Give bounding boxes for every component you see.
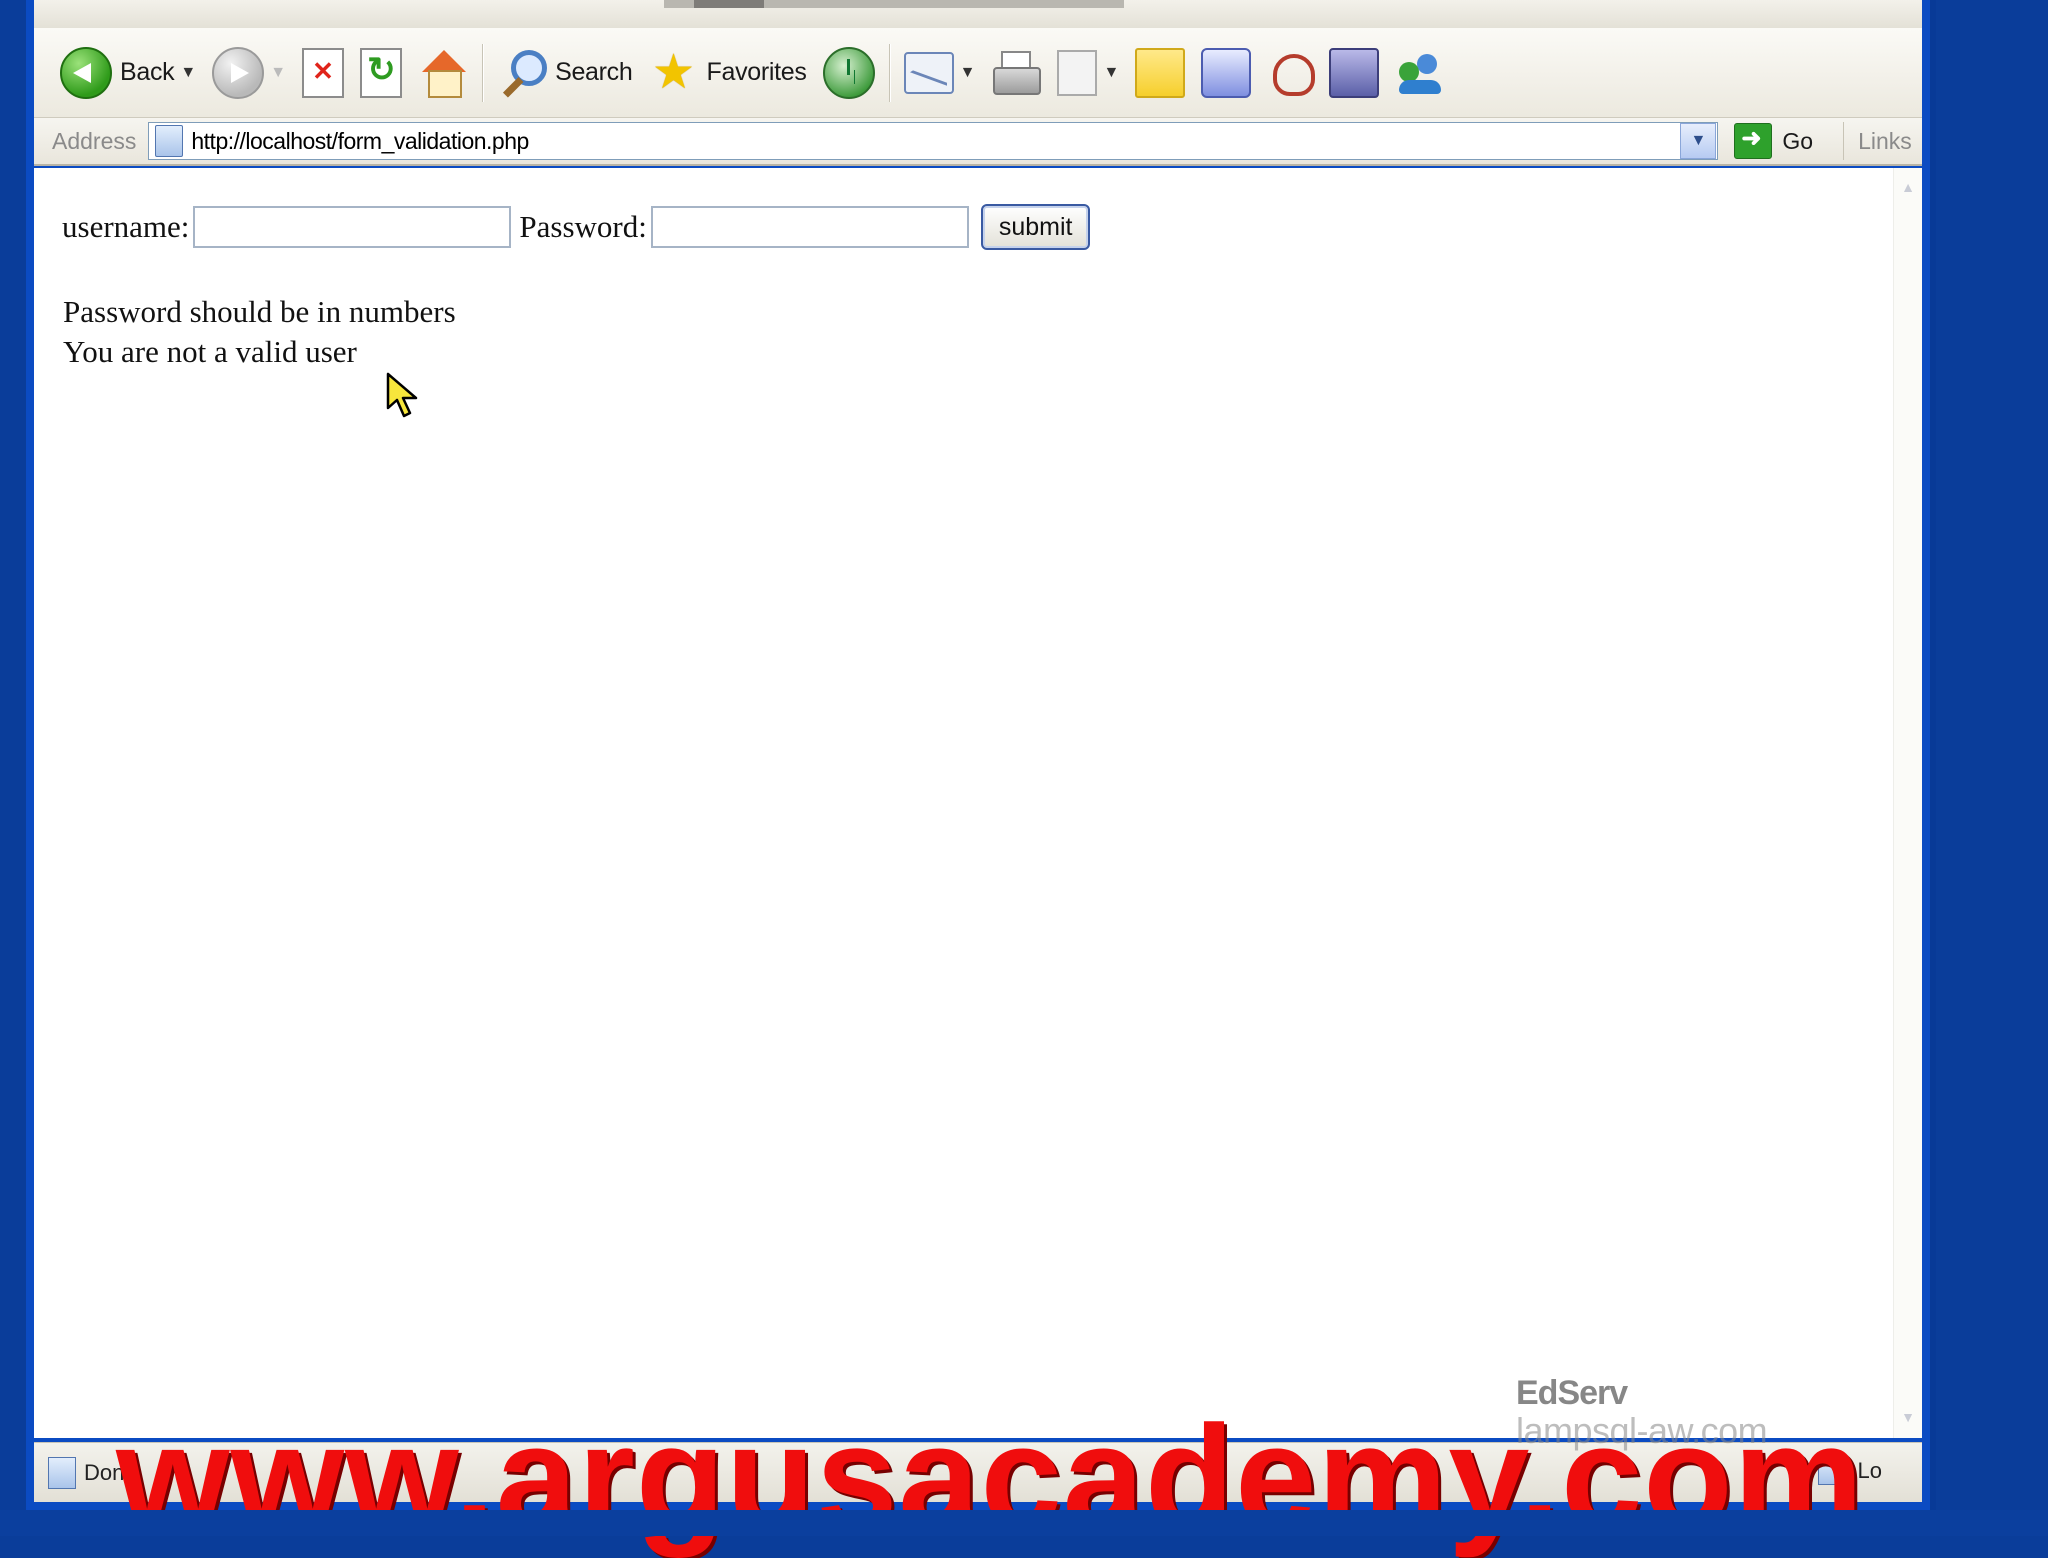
address-dropdown-icon[interactable]: ▼ (1680, 123, 1717, 159)
top-scrollbar-thumb[interactable] (694, 0, 764, 8)
username-label: username: (62, 209, 190, 244)
address-url[interactable]: http://localhost/form_validation.php (191, 128, 1680, 155)
home-button[interactable] (410, 43, 476, 103)
search-button[interactable]: Search (489, 43, 640, 103)
edit-dropdown-icon[interactable]: ▼ (1103, 64, 1119, 82)
address-input[interactable]: http://localhost/form_validation.php ▼ (148, 122, 1719, 160)
refresh-icon (360, 47, 403, 98)
vertical-scrollbar[interactable]: ▲ ▼ (1893, 168, 1922, 1438)
favorites-label: Favorites (706, 58, 807, 86)
home-icon (418, 48, 468, 98)
mail-button[interactable]: ▼ (896, 43, 984, 103)
links-separator (1843, 122, 1845, 160)
research-icon (1267, 50, 1316, 96)
scroll-down-icon[interactable]: ▼ (1896, 1404, 1920, 1430)
history-button[interactable] (815, 43, 883, 103)
msn-buddies-icon (1395, 48, 1445, 98)
edit-page-icon (1057, 49, 1098, 96)
back-label: Back (120, 58, 175, 86)
desktop-bottom-edge (0, 1510, 2048, 1536)
media-icon (1329, 47, 1380, 98)
address-label: Address (52, 127, 137, 154)
stop-button[interactable] (294, 43, 352, 103)
browser-window: Back ▼ ▼ Search ★ Favorites ▼ ▼ (26, 0, 1936, 1510)
search-icon (497, 48, 548, 98)
validation-message: Password should be in numbers (63, 294, 456, 329)
back-button[interactable]: Back ▼ (52, 43, 204, 103)
password-label: Password: (519, 209, 647, 244)
forward-button[interactable]: ▼ (204, 43, 294, 103)
history-icon (822, 46, 875, 99)
stop-icon (302, 47, 345, 98)
toolbar-separator (888, 43, 890, 102)
research-button[interactable] (1259, 43, 1321, 103)
printer-icon (991, 50, 1042, 95)
standard-toolbar: Back ▼ ▼ Search ★ Favorites ▼ ▼ (34, 28, 1922, 118)
status-page-icon (48, 1456, 76, 1489)
mouse-cursor-icon (386, 372, 418, 418)
msn-button[interactable] (1387, 43, 1453, 103)
go-arrow-icon (1734, 123, 1773, 159)
messenger-icon (1201, 47, 1252, 98)
star-icon: ★ (651, 45, 696, 99)
username-input[interactable] (193, 206, 512, 248)
submit-button[interactable]: submit (980, 204, 1091, 250)
toolbar-separator (482, 43, 484, 102)
refresh-button[interactable] (352, 43, 410, 103)
page-icon (155, 125, 184, 157)
page-content: username: Password: submit Password shou… (34, 168, 1922, 1438)
note-icon (1135, 47, 1186, 98)
login-form: username: Password: submit (62, 204, 1091, 250)
back-dropdown-icon[interactable]: ▼ (180, 64, 196, 82)
mail-dropdown-icon[interactable]: ▼ (960, 64, 976, 82)
mail-icon (903, 51, 954, 94)
address-bar: Address http://localhost/form_validation… (34, 118, 1922, 166)
edit-button[interactable]: ▼ (1049, 43, 1127, 103)
print-button[interactable] (983, 43, 1049, 103)
notes-button[interactable] (1127, 43, 1193, 103)
search-label: Search (555, 58, 633, 86)
go-label: Go (1782, 127, 1814, 154)
forward-dropdown-icon[interactable]: ▼ (270, 64, 286, 82)
scroll-up-icon[interactable]: ▲ (1896, 174, 1920, 200)
validation-messages: Password should be in numbers You are no… (63, 292, 456, 372)
back-arrow-icon (60, 46, 112, 99)
validation-message: You are not a valid user (63, 334, 357, 369)
forward-arrow-icon (212, 46, 265, 99)
go-button[interactable]: Go (1734, 123, 1813, 159)
messenger-button[interactable] (1193, 43, 1259, 103)
window-top-strip (34, 0, 1922, 29)
links-button[interactable]: Links (1858, 128, 1912, 155)
top-scrollbar[interactable] (664, 0, 1124, 8)
password-input[interactable] (650, 206, 969, 248)
favorites-button[interactable]: ★ Favorites (641, 43, 815, 103)
media-button[interactable] (1321, 43, 1387, 103)
